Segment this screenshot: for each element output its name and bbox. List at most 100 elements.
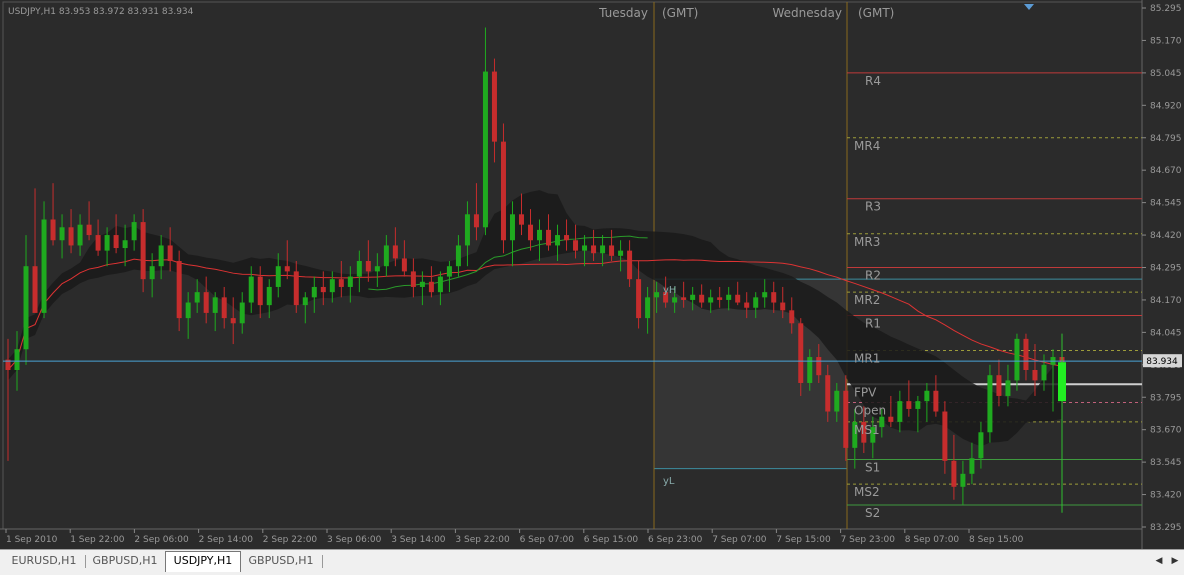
candle-body (221, 297, 227, 319)
candle-body (437, 276, 443, 293)
candle-body (762, 292, 768, 298)
y-tick-label: 85.295 (1150, 4, 1182, 14)
candle-body (509, 214, 515, 241)
x-tick-label: 3 Sep 06:00 (327, 535, 382, 545)
pivot-label-s1: S1 (865, 461, 880, 475)
x-tick-label: 8 Sep 15:00 (969, 535, 1024, 545)
candle-body (374, 266, 380, 272)
candle-body (365, 261, 371, 272)
chart-tab-bar: EURUSD,H1 GBPUSD,H1 USDJPY,H1 GBPUSD,H1 … (0, 549, 1184, 575)
session-tz-wednesday: (GMT) (858, 6, 894, 20)
candle-body (537, 229, 543, 241)
y-tick-label: 83.795 (1150, 393, 1182, 403)
chart-canvas[interactable]: 85.295 85.170 85.045 84.920 84.795 84.670 84.5… (0, 0, 1184, 549)
candle-body (744, 302, 750, 308)
y-tick-label: 83.420 (1150, 491, 1182, 501)
candle-body (482, 71, 488, 228)
x-tick-label: 7 Sep 23:00 (841, 535, 896, 545)
candle-body (996, 375, 1002, 396)
candle-body (185, 302, 191, 319)
candle-body (564, 235, 570, 241)
pivot-label-mr4: MR4 (854, 139, 880, 153)
x-tick-label: 2 Sep 14:00 (199, 535, 254, 545)
tab-gbpusd-h1-2[interactable]: GBPUSD,H1 (242, 552, 320, 570)
candle-body (843, 390, 849, 448)
candle-body (600, 245, 606, 254)
candle-body (248, 276, 254, 303)
candle-body (176, 261, 182, 319)
candle-body (59, 227, 65, 241)
candle-body (455, 245, 461, 267)
candle-body (338, 279, 344, 287)
range-low-label: yL (663, 476, 675, 487)
tab-eurusd-h1[interactable]: EURUSD,H1 (4, 552, 84, 570)
x-tick-label: 6 Sep 07:00 (520, 535, 575, 545)
y-tick-label: 84.295 (1150, 264, 1182, 274)
y-tick-label: 84.920 (1150, 101, 1182, 111)
candle-body (609, 245, 615, 256)
pivot-label-mr1: MR1 (854, 352, 880, 366)
candle-body (383, 245, 389, 267)
candle-body (636, 279, 642, 319)
range-high-label: yH (663, 285, 676, 296)
scroll-right-icon[interactable]: ▶ (1168, 553, 1182, 569)
candle-body (527, 224, 533, 241)
candle-body (1023, 338, 1029, 371)
candle-body (978, 432, 984, 459)
candle-body (1041, 364, 1047, 381)
candle-body (446, 266, 452, 277)
candle-body (14, 349, 20, 371)
candle-body (230, 318, 236, 324)
candle-body (672, 297, 678, 303)
x-tick-label: 6 Sep 23:00 (648, 535, 703, 545)
pivot-label-open: Open (854, 403, 886, 417)
x-tick-label: 7 Sep 15:00 (776, 535, 831, 545)
candle-body (906, 401, 912, 409)
candle-body (699, 294, 705, 303)
candle-body (969, 458, 975, 474)
candle-body (1014, 338, 1020, 381)
candle-body (816, 357, 822, 376)
candle-body (942, 411, 948, 461)
candle-body (573, 240, 579, 251)
x-tick-label: 2 Sep 06:00 (134, 535, 189, 545)
candle-body (518, 214, 524, 225)
candle-body (951, 460, 957, 487)
tab-gbpusd-h1[interactable]: GBPUSD,H1 (86, 552, 164, 570)
candle-body (212, 297, 218, 313)
candle-body (555, 235, 561, 246)
candle-body (356, 261, 362, 277)
candle-body (104, 235, 110, 251)
candle-body (167, 245, 173, 262)
candle-body (266, 286, 272, 306)
price-chart[interactable]: 85.295 85.170 85.045 84.920 84.795 84.670 84.5… (0, 0, 1184, 549)
candle-body (23, 266, 29, 350)
pivot-label-fpv: FPV (854, 385, 877, 399)
tab-usdjpy-h1[interactable]: USDJPY,H1 (165, 551, 241, 572)
y-tick-label: 84.045 (1150, 328, 1182, 338)
x-tick-label: 1 Sep 22:00 (70, 535, 125, 545)
x-tick-label: 8 Sep 07:00 (905, 535, 960, 545)
candle-body (1032, 370, 1038, 381)
candle-body (419, 281, 425, 287)
candle-body (275, 266, 281, 287)
candle-body (681, 297, 687, 300)
candle-body (203, 292, 209, 313)
candle-body (257, 276, 263, 306)
candle-body (591, 245, 597, 254)
candle-body (1005, 380, 1011, 396)
candle-body (897, 401, 903, 422)
current-price-tag: 83.934 (1143, 354, 1182, 368)
candle-body (68, 227, 74, 246)
scroll-left-icon[interactable]: ◀ (1152, 553, 1166, 569)
x-tick-label: 2 Sep 22:00 (263, 535, 318, 545)
y-tick-label: 84.670 (1150, 166, 1182, 176)
candle-body (284, 266, 290, 272)
candle-body (158, 245, 164, 267)
candle-body (122, 240, 128, 249)
session-day-tuesday: Tuesday (598, 6, 648, 20)
candle-body (86, 224, 92, 236)
candle-body (500, 141, 506, 241)
candle-body (645, 297, 651, 319)
x-tick-label: 7 Sep 07:00 (712, 535, 767, 545)
